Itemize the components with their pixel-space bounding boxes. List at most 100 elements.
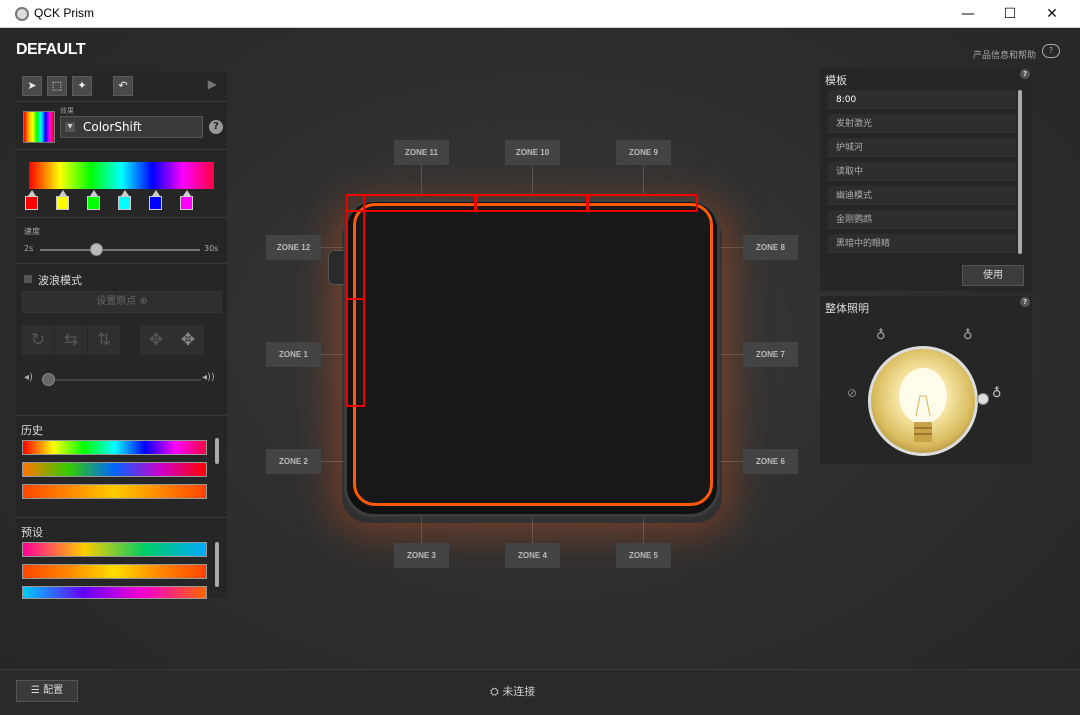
- list-icon: ☰: [30, 685, 40, 696]
- preset-swatch[interactable]: [22, 542, 207, 557]
- play-icon[interactable]: ▶: [208, 77, 217, 91]
- connection-label: 未连接: [502, 685, 536, 698]
- help-link[interactable]: 产品信息和帮助: [973, 48, 1036, 61]
- zone-12-selection[interactable]: [346, 194, 365, 300]
- wave-section: 波浪模式 设置原点 ⊕ ↻ ⇆ ⇅ ✥ ✥ ◂) ◂)): [16, 266, 227, 416]
- preset-swatch[interactable]: [22, 564, 207, 579]
- lighting-help-icon[interactable]: ?: [1020, 297, 1030, 307]
- gradient-stop-handle[interactable]: [118, 190, 131, 210]
- presets-section: 预设: [16, 520, 227, 599]
- config-label: 配置: [43, 685, 64, 696]
- volume-high-icon: ◂)): [202, 372, 215, 383]
- bulb-bright-icon: ♁: [963, 328, 973, 343]
- contract-icon[interactable]: ✥: [172, 325, 204, 355]
- template-item[interactable]: 8:00: [828, 90, 1016, 111]
- close-button[interactable]: ✕: [1030, 0, 1074, 28]
- wave-mode-label: 波浪模式: [38, 274, 82, 287]
- template-item[interactable]: 幽迪模式: [828, 186, 1016, 207]
- zone-10-selection[interactable]: [475, 194, 588, 212]
- gradient-stop-handle[interactable]: [56, 190, 69, 210]
- zone-6-label[interactable]: ZONE 6: [743, 449, 798, 474]
- left-panel: ➤ ⬚ ✦ ↶ ▶ 效果 ▼ ColorShift ? 速度 2s 30s 波浪…: [16, 71, 227, 599]
- magic-wand-icon[interactable]: ✦: [72, 76, 92, 96]
- speed-slider-knob[interactable]: [90, 243, 103, 256]
- bulb-off-icon: ⊘: [847, 386, 858, 400]
- select-tool-icon[interactable]: ➤: [22, 76, 42, 96]
- marquee-tool-icon[interactable]: ⬚: [47, 76, 67, 96]
- brightness-dial[interactable]: [868, 346, 978, 456]
- profile-title: DEFAULT: [16, 41, 86, 58]
- wave-slider[interactable]: [46, 379, 201, 381]
- history-swatch[interactable]: [22, 440, 207, 455]
- zone-1-label[interactable]: ZONE 1: [266, 342, 321, 367]
- gradient-editor: [16, 152, 227, 218]
- expand-icon[interactable]: ✥: [140, 325, 172, 355]
- zone-5-label[interactable]: ZONE 5: [616, 543, 671, 568]
- horizontal-swap-icon[interactable]: ⇆: [55, 325, 87, 355]
- zone-11-label[interactable]: ZONE 11: [394, 140, 449, 165]
- speed-section: 速度 2s 30s: [16, 220, 227, 264]
- wave-mode-checkbox[interactable]: [24, 275, 32, 283]
- zone-10-label[interactable]: ZONE 10: [505, 140, 560, 165]
- effect-swatch[interactable]: [23, 111, 55, 143]
- minimize-button[interactable]: —: [946, 0, 990, 28]
- cloud-help-icon[interactable]: ?: [1042, 44, 1060, 58]
- history-swatch[interactable]: [22, 484, 207, 499]
- zone-2-label[interactable]: ZONE 2: [266, 449, 321, 474]
- rotate-icon[interactable]: ↻: [22, 325, 54, 355]
- use-template-button[interactable]: 使用: [962, 265, 1024, 286]
- gradient-bar[interactable]: [29, 162, 214, 189]
- history-scrollbar[interactable]: [215, 438, 219, 464]
- volume-low-icon: ◂): [24, 372, 33, 383]
- zone-7-label[interactable]: ZONE 7: [743, 342, 798, 367]
- zone-12-label[interactable]: ZONE 12: [266, 235, 321, 260]
- vertical-swap-icon[interactable]: ⇅: [88, 325, 120, 355]
- maximize-button[interactable]: ☐: [988, 0, 1032, 28]
- templates-scrollbar[interactable]: [1018, 90, 1022, 254]
- set-origin-button[interactable]: 设置原点 ⊕: [22, 291, 222, 313]
- preset-swatch[interactable]: [22, 586, 207, 599]
- wave-slider-knob[interactable]: [42, 373, 55, 386]
- effect-dropdown[interactable]: ▼ ColorShift: [60, 116, 203, 138]
- gradient-stop-handle[interactable]: [25, 190, 38, 210]
- template-item[interactable]: 发射激光: [828, 114, 1016, 135]
- dropdown-arrow-icon: ▼: [65, 122, 75, 132]
- zone-3-label[interactable]: ZONE 3: [394, 543, 449, 568]
- bulb-dim-icon: ♁: [876, 328, 886, 343]
- effect-value: ColorShift: [83, 120, 142, 134]
- templates-panel: 模板 ? 8:00 发射激光护城河读取中幽迪模式金刚鹦鹉黑暗中的眼睛 使用: [820, 69, 1032, 291]
- template-item[interactable]: 金刚鹦鹉: [828, 210, 1016, 231]
- template-item[interactable]: 护城河: [828, 138, 1016, 159]
- zone-leader: [643, 165, 644, 195]
- templates-help-icon[interactable]: ?: [1020, 69, 1030, 79]
- zone-1-selection[interactable]: [346, 298, 365, 407]
- effect-help-icon[interactable]: ?: [209, 120, 223, 134]
- zone-11-selection[interactable]: [346, 194, 476, 212]
- effect-label: 效果: [60, 107, 74, 115]
- gradient-stop-handle[interactable]: [87, 190, 100, 210]
- gradient-stop-handle[interactable]: [149, 190, 162, 210]
- zone-leader: [421, 165, 422, 195]
- window-title: QCK Prism: [34, 6, 94, 20]
- presets-scrollbar[interactable]: [215, 542, 219, 587]
- history-swatch[interactable]: [22, 462, 207, 477]
- template-item[interactable]: 黑暗中的眼睛: [828, 234, 1016, 255]
- zone-9-label[interactable]: ZONE 9: [616, 140, 671, 165]
- zone-9-selection[interactable]: [587, 194, 698, 212]
- brightness-knob[interactable]: [977, 393, 989, 405]
- device-icon: ⛭: [490, 685, 499, 698]
- history-title: 历史: [21, 424, 43, 437]
- zone-4-label[interactable]: ZONE 4: [505, 543, 560, 568]
- mousepad-surface[interactable]: [353, 203, 713, 506]
- zone-leader: [532, 165, 533, 195]
- main-area: DEFAULT 产品信息和帮助 ? ➤ ⬚ ✦ ↶ ▶ 效果 ▼ ColorSh…: [0, 28, 1080, 715]
- undo-icon[interactable]: ↶: [113, 76, 133, 96]
- effect-section: 效果 ▼ ColorShift ?: [16, 104, 227, 150]
- templates-title: 模板: [825, 74, 847, 87]
- gradient-stop-handle[interactable]: [180, 190, 193, 210]
- template-item[interactable]: 读取中: [828, 162, 1016, 183]
- zone-8-label[interactable]: ZONE 8: [743, 235, 798, 260]
- speed-slider[interactable]: [40, 249, 200, 251]
- config-button[interactable]: ☰ 配置: [16, 680, 78, 702]
- speed-label: 速度: [24, 227, 40, 236]
